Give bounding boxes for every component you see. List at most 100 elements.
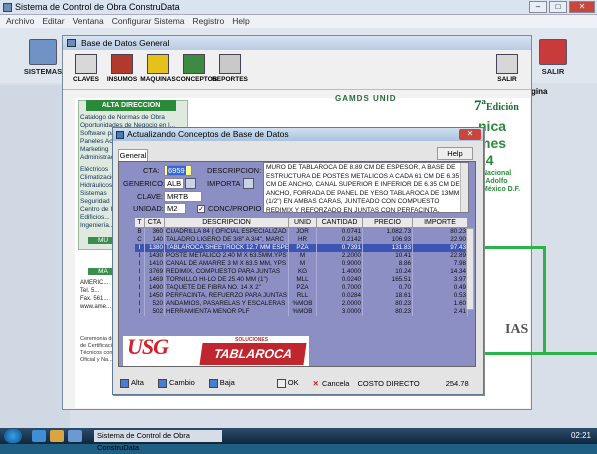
row-descripcion: PERFACINTA, REFUERZO PARA JUNTAS <box>166 292 289 300</box>
generico-field[interactable]: ALB <box>164 178 184 189</box>
row-descripcion: REDIMIX, COMPUESTO PARA JUNTAS <box>165 268 289 276</box>
reportes-button[interactable]: REPORTES <box>212 51 248 89</box>
ie-icon[interactable] <box>32 430 46 442</box>
cta-field[interactable]: 6959 <box>164 165 192 176</box>
usg-logo: USG <box>127 334 181 364</box>
app-salir-button[interactable]: SALIR <box>530 36 576 80</box>
importa-button[interactable] <box>243 178 254 189</box>
row-unid: RLL <box>289 292 317 300</box>
table-row[interactable]: I 1410 CANAL DE AMARRE 3 M X 63.5 MM, YPS M… <box>135 260 468 268</box>
conceptos-icon <box>183 54 205 74</box>
bdg-salir-button[interactable]: SALIR <box>489 51 525 89</box>
contact-line: AMERIC... <box>80 280 109 286</box>
table-row[interactable]: I 3769 REDIMIX, COMPUESTO PARA JUNTAS KG 1.4… <box>135 268 468 276</box>
generico-lookup-button[interactable] <box>185 178 196 189</box>
table-row[interactable]: I 1490 TAQUETE DE FIBRA NO. 14 X 2" PZA 0.70… <box>135 284 468 292</box>
reportes-label: REPORTES <box>212 76 248 83</box>
contact-block: AMERIC... Tel. 5... Fax. 561... www.ame.… <box>80 279 111 311</box>
help-button[interactable]: Help <box>437 147 473 160</box>
row-cta: 1380 <box>145 244 165 252</box>
menu-help[interactable]: Help <box>232 15 249 28</box>
exit-icon <box>539 39 567 65</box>
row-descripcion: TAQUETE DE FIBRA NO. 14 X 2" <box>165 284 289 292</box>
conc-propio-checkbox[interactable]: ✓ <box>197 205 205 213</box>
description-scrollbar[interactable] <box>460 163 468 212</box>
dialog-title-bar: Actualizando Conceptos de Base de Datos … <box>113 128 483 141</box>
col-t[interactable]: T <box>135 218 145 227</box>
table-row[interactable]: I 1380 TABLAROCA SHEETROCK 12.7 MM ESPE PZA… <box>135 244 468 252</box>
generico-label: GENERICO: <box>123 179 166 188</box>
table-row[interactable]: I 1469 TORNILLO HI-LO DE 25.40 MM (1") MLL 0… <box>135 276 468 284</box>
alta-label: Alta <box>131 378 144 388</box>
description-textarea[interactable]: MURO DE TABLAROCA DE 8.89 CM DE ESPESOR,… <box>263 162 469 213</box>
table-row[interactable]: B 360 CUADRILLA 84 ( OFICIAL ESPECIALIZAD J… <box>135 228 468 236</box>
col-precio[interactable]: PRECIO <box>363 218 413 227</box>
contact-line: Fax. 561... <box>80 296 109 302</box>
unidad-field[interactable]: M2 <box>164 203 186 214</box>
row-type: C <box>135 236 145 244</box>
list-item[interactable]: Catalogo de Normas de Obra <box>80 114 175 122</box>
row-unid: HR <box>289 236 317 244</box>
table-row[interactable]: I 1430 POSTE METALICO 2.40 M X 63.5MM.YPS M… <box>135 252 468 260</box>
maquinas-button[interactable]: MAQUINAS <box>140 51 176 89</box>
task-item-construdata[interactable]: Sistema de Control de Obra ConstruData <box>94 430 222 452</box>
media-icon[interactable] <box>68 430 82 442</box>
base-datos-title-bar: Base de Datos General <box>63 36 531 50</box>
ok-button[interactable]: OK <box>276 378 299 388</box>
row-precio: 131.83 <box>363 244 413 252</box>
clave-field[interactable]: MRTB 009 <box>164 191 202 211</box>
cancela-button[interactable]: ✕ Cancela <box>313 379 350 388</box>
row-descripcion: ANDAMIOS, PASARELAS Y ESCALERAS <box>165 300 289 308</box>
baja-button[interactable]: Baja <box>208 378 235 388</box>
row-precio: 165.51 <box>363 276 413 284</box>
row-type: I <box>135 276 145 284</box>
menu-ventana[interactable]: Ventana <box>73 15 104 28</box>
close-button[interactable]: ✕ <box>569 1 595 13</box>
alta-direccion-header: ALTA DIRECCION <box>86 100 176 111</box>
menu-editar[interactable]: Editar <box>42 15 64 28</box>
menu-registro[interactable]: Registro <box>193 15 225 28</box>
menu-configurar-sistema[interactable]: Configurar Sistema <box>112 15 185 28</box>
col-cta[interactable]: CTA <box>145 218 165 227</box>
row-descripcion: TABLAROCA SHEETROCK 12.7 MM ESPE <box>165 244 289 252</box>
table-row[interactable]: C 140 TALADRO LIGERO DE 3/8" A 3/4", MARC H… <box>135 236 468 244</box>
tablaroca-logo: TABLAROCA <box>199 343 307 365</box>
row-descripcion: TORNILLO HI-LO DE 25.40 MM (1") <box>165 276 289 284</box>
sistemas-button[interactable]: SISTEMAS <box>20 36 66 80</box>
row-importe: 1.60 <box>413 300 468 308</box>
col-importe[interactable]: IMPORTE <box>413 218 468 227</box>
folder-icon[interactable] <box>50 430 64 442</box>
table-row[interactable]: I 502 HERRAMIENTA MENOR PLF %MOB 3.0000 80.23… <box>135 308 468 316</box>
table-row[interactable]: I 1450 PERFACINTA, REFUERZO PARA JUNTAS RLL… <box>135 292 468 300</box>
dialog-close-button[interactable]: ✕ <box>459 129 481 140</box>
cambio-button[interactable]: Cambio <box>157 378 195 388</box>
start-button[interactable] <box>4 429 22 443</box>
alta-icon <box>120 378 129 388</box>
row-type: B <box>135 228 145 236</box>
col-cantidad[interactable]: CANTIDAD <box>317 218 363 227</box>
contact-line: Tel. 5... <box>80 288 100 294</box>
row-unid: %MOB <box>289 300 317 308</box>
col-descripcion[interactable]: DESCRIPCION <box>165 218 289 227</box>
table-row[interactable]: I 520 ANDAMIOS, PASARELAS Y ESCALERAS %MOB 2… <box>135 300 468 308</box>
event-detail-line: Nacional <box>482 170 512 177</box>
row-importe: 97.43 <box>413 244 468 252</box>
row-cta: 360 <box>145 228 165 236</box>
alta-button[interactable]: Alta <box>120 378 144 388</box>
col-unid[interactable]: UNID <box>289 218 317 227</box>
minimize-button[interactable]: – <box>529 1 547 13</box>
seven-text: 7ª <box>474 98 486 114</box>
row-type: I <box>135 260 145 268</box>
conceptos-button[interactable]: CONCEPTOS <box>176 51 217 89</box>
row-cantidad: 0.7000 <box>317 284 363 292</box>
maximize-button[interactable]: □ <box>549 1 567 13</box>
table-scrollbar[interactable] <box>466 228 474 310</box>
concept-table: T CTA DESCRIPCION UNID CANTIDAD PRECIO I… <box>119 218 476 332</box>
insumos-button[interactable]: INSUMOS <box>104 51 140 89</box>
claves-button[interactable]: CLAVES <box>68 51 104 89</box>
bdg-salir-label: SALIR <box>497 76 517 83</box>
row-cantidad: 2.2000 <box>317 252 363 260</box>
contact-line[interactable]: www.ame... <box>80 303 111 311</box>
menu-archivo[interactable]: Archivo <box>6 15 34 28</box>
row-importe: 0.53 <box>413 292 468 300</box>
